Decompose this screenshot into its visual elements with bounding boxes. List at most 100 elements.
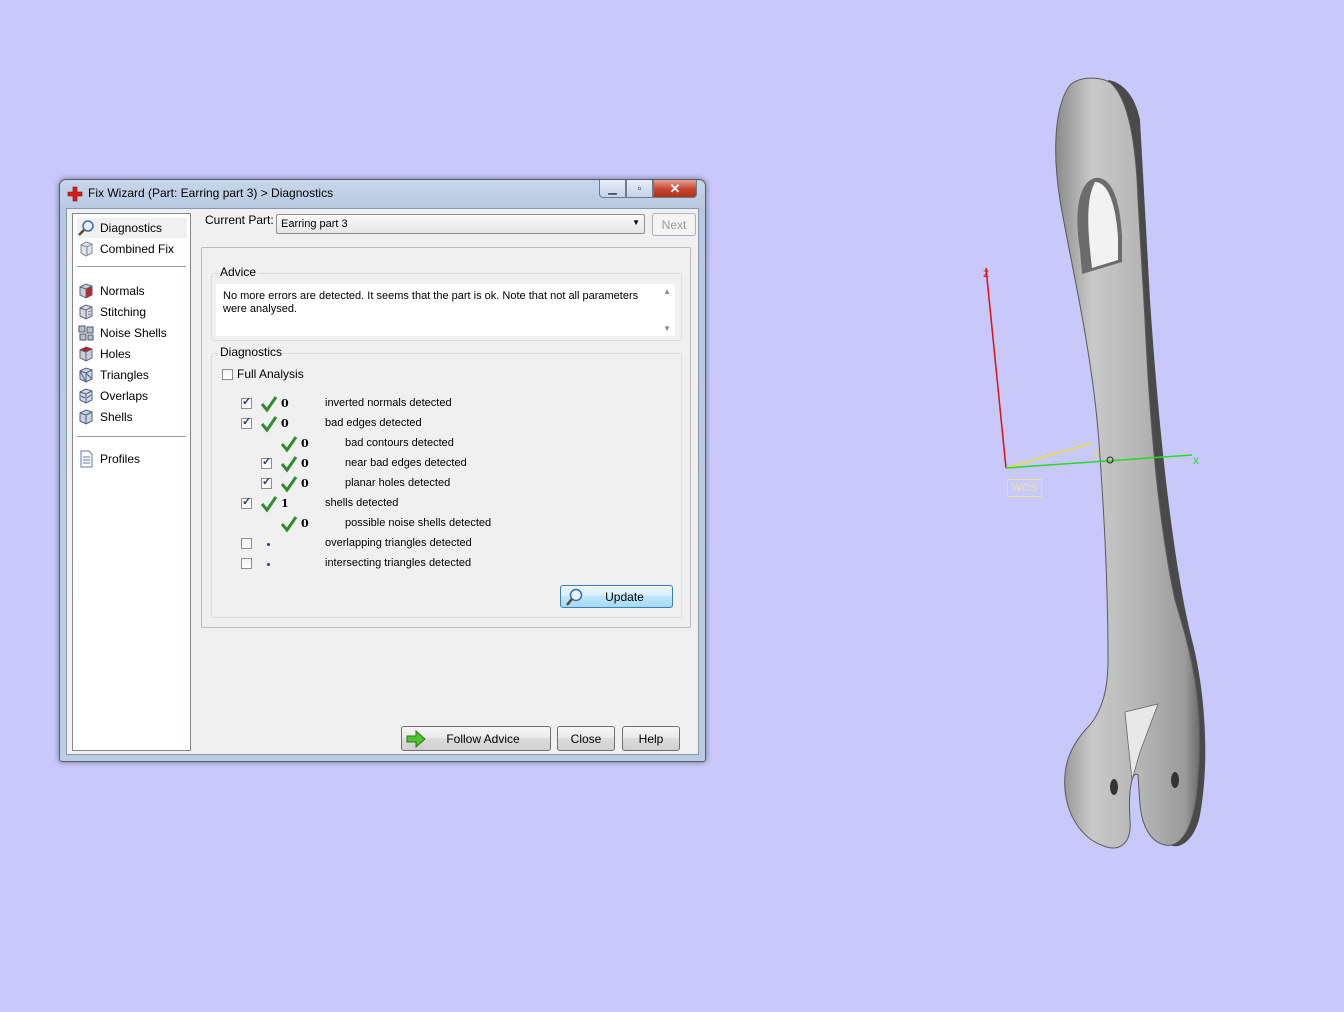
update-button-label: Update [605, 589, 644, 604]
noise-shells-label: possible noise shells detected [345, 517, 492, 529]
chevron-down-icon: ▼ [632, 218, 640, 227]
nav-item-profiles[interactable]: Profiles [77, 449, 187, 469]
advice-group: Advice No more errors are detected. It s… [211, 265, 682, 341]
nav-item-triangles[interactable]: Triangles [77, 365, 187, 385]
nav-label-noise-shells: Noise Shells [100, 326, 167, 340]
wizard-nav-panel: Diagnostics Combined Fix Normals Stitchi… [72, 213, 191, 751]
close-icon: ✕ [669, 180, 681, 196]
green-check-icon [280, 436, 298, 453]
near-bad-edges-count: 0 [301, 457, 309, 470]
bad-edges-label: bad edges detected [325, 417, 422, 429]
update-button[interactable]: Update [560, 585, 673, 608]
z-axis [985, 267, 1007, 469]
intersecting-triangles-checkbox[interactable] [241, 558, 252, 569]
nav-label-profiles: Profiles [100, 452, 141, 466]
nav-label-diagnostics: Diagnostics [100, 221, 163, 235]
noise-shells-count: 0 [301, 517, 309, 530]
nav-item-noise-shells[interactable]: Noise Shells [77, 323, 187, 343]
magnifier-icon [566, 588, 583, 606]
window-title: Fix Wizard (Part: Earring part 3) > Diag… [88, 186, 334, 200]
follow-advice-label: Follow Advice [446, 731, 520, 746]
diagnostics-page-panel: Advice No more errors are detected. It s… [201, 247, 691, 628]
red-cross-icon [67, 186, 83, 202]
nav-item-shells[interactable]: Shells [77, 407, 187, 427]
magnifier-icon [78, 220, 94, 236]
nav-separator-2 [77, 436, 186, 437]
current-part-label: Current Part: [205, 213, 274, 227]
next-button-label: Next [661, 217, 687, 232]
planar-holes-checkbox[interactable] [261, 475, 272, 489]
stitching-cube-icon [79, 304, 93, 320]
planar-holes-label: planar holes detected [345, 477, 451, 489]
current-part-value: Earring part 3 [281, 218, 348, 230]
part-hole-left [1110, 779, 1118, 795]
close-button[interactable]: Close [557, 726, 615, 751]
full-analysis-checkbox[interactable] [222, 369, 233, 380]
inverted-normals-checkbox[interactable] [241, 395, 252, 409]
nav-item-diagnostics[interactable]: Diagnostics [77, 218, 187, 238]
pending-dot-icon [267, 543, 270, 546]
y-axis-label: y [1093, 445, 1099, 459]
nav-item-holes[interactable]: Holes [77, 344, 187, 364]
nav-label-combined-fix: Combined Fix [100, 242, 175, 256]
green-check-icon [280, 456, 298, 473]
intersecting-triangles-label: intersecting triangles detected [325, 557, 472, 569]
normals-cube-icon [79, 283, 93, 299]
minimize-icon: ▁ [608, 183, 617, 195]
z-axis-label: z [983, 266, 989, 280]
current-part-select[interactable]: Earring part 3 ▼ [276, 214, 645, 234]
green-check-icon [260, 416, 278, 433]
bad-contours-label: bad contours detected [345, 437, 454, 449]
wcs-label: WCS [1007, 479, 1042, 497]
part-hole-right [1171, 772, 1179, 788]
cube-icon [80, 241, 93, 257]
nav-label-holes: Holes [100, 347, 131, 361]
maximize-button[interactable]: ▫ [626, 180, 653, 198]
overlapping-triangles-label: overlapping triangles detected [325, 537, 472, 549]
maximize-icon: ▫ [637, 182, 642, 195]
fix-wizard-window: Fix Wizard (Part: Earring part 3) > Diag… [59, 179, 706, 762]
nav-item-normals[interactable]: Normals [77, 281, 187, 301]
nav-label-shells: Shells [100, 410, 133, 424]
title-bar[interactable]: Fix Wizard (Part: Earring part 3) > Diag… [60, 180, 705, 208]
diagnostics-group-title: Diagnostics [218, 345, 285, 359]
nav-item-combined-fix[interactable]: Combined Fix [77, 239, 187, 259]
nav-label-overlaps: Overlaps [100, 389, 149, 403]
near-bad-edges-label: near bad edges detected [345, 457, 467, 469]
scroll-up-icon[interactable]: ▲ [663, 287, 671, 296]
x-axis-label: x [1193, 453, 1199, 467]
holes-cube-icon [79, 346, 93, 362]
pending-dot-icon [267, 563, 270, 566]
overlapping-triangles-checkbox[interactable] [241, 538, 252, 549]
bad-contours-count: 0 [301, 437, 309, 450]
nav-label-normals: Normals [100, 284, 145, 298]
minimize-button[interactable]: ▁ [599, 180, 626, 198]
help-button[interactable]: Help [622, 726, 680, 751]
shells-checkbox[interactable] [241, 495, 252, 509]
near-bad-edges-checkbox[interactable] [261, 455, 272, 469]
nav-label-stitching: Stitching [100, 305, 147, 319]
diagnostics-group: Diagnostics Full Analysis 0 inverted nor… [211, 345, 682, 618]
advice-text: No more errors are detected. It seems th… [223, 290, 639, 315]
planar-holes-count: 0 [301, 477, 309, 490]
green-check-icon [260, 496, 278, 513]
noise-shells-icon [78, 325, 94, 341]
nav-separator [77, 266, 186, 267]
follow-advice-button[interactable]: Follow Advice [401, 726, 551, 751]
nav-label-triangles: Triangles [100, 368, 149, 382]
wizard-client-area: Diagnostics Combined Fix Normals Stitchi… [66, 208, 699, 755]
bad-edges-checkbox[interactable] [241, 415, 252, 429]
nav-item-stitching[interactable]: Stitching [77, 302, 187, 322]
green-check-icon [280, 476, 298, 493]
scroll-down-icon[interactable]: ▼ [663, 324, 671, 333]
advice-text-box[interactable]: No more errors are detected. It seems th… [216, 284, 675, 336]
next-button[interactable]: Next [652, 213, 696, 236]
close-window-button[interactable]: ✕ [653, 180, 697, 198]
help-button-label: Help [638, 731, 664, 746]
triangles-cube-icon [79, 367, 93, 383]
green-check-icon [260, 396, 278, 413]
shells-label: shells detected [325, 497, 399, 509]
nav-item-overlaps[interactable]: Overlaps [77, 386, 187, 406]
full-analysis-label: Full Analysis [237, 367, 304, 381]
green-arrow-icon [406, 729, 426, 749]
